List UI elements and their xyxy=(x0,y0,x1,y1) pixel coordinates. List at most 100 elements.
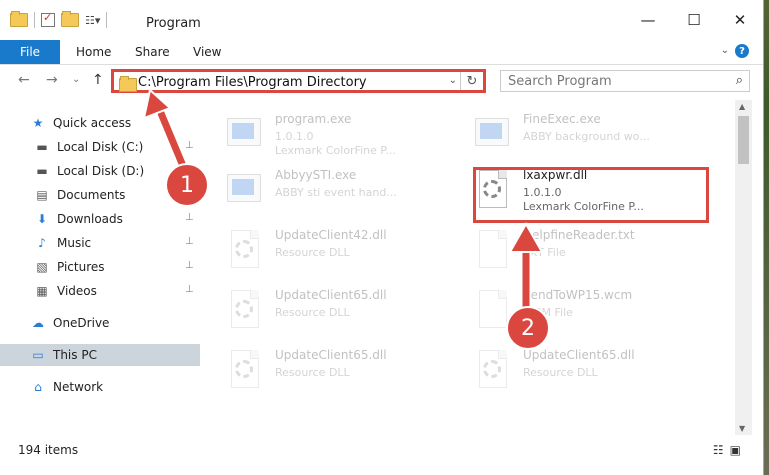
file-description: ABBY background wo... xyxy=(523,130,650,143)
minimize-icon[interactable]: — xyxy=(625,0,671,40)
sidebar-item-pictures[interactable]: ▧ Pictures ⊥ xyxy=(0,256,200,278)
file-item[interactable]: UpdateClient65.dll Resource DLL xyxy=(227,284,467,340)
file-name: FineExec.exe xyxy=(523,112,601,126)
pin-icon[interactable]: ⊥ xyxy=(185,284,194,295)
sidebar-item-label: Pictures xyxy=(57,260,105,274)
new-folder-icon[interactable] xyxy=(61,11,79,27)
recent-locations-button[interactable]: ⌄ xyxy=(72,74,80,85)
sidebar-item-this-pc[interactable]: ▭ This PC xyxy=(0,344,200,366)
sidebar-item-label: OneDrive xyxy=(53,316,110,330)
chevron-down-icon[interactable]: ⌄ xyxy=(449,75,457,86)
tab-home[interactable]: Home xyxy=(76,45,111,59)
file-name: program.exe xyxy=(275,112,352,126)
star-icon: ★ xyxy=(32,116,44,130)
pin-icon[interactable]: ⊥ xyxy=(185,212,194,223)
explorer-window: ☷▾ Program — ☐ ✕ File Home Share View ⌄ … xyxy=(0,0,764,475)
forward-button[interactable]: → xyxy=(46,72,58,88)
title-bar: ☷▾ Program — ☐ ✕ xyxy=(0,0,763,40)
sidebar-item-videos[interactable]: ▦ Videos ⊥ xyxy=(0,280,200,302)
scroll-down-icon[interactable]: ▼ xyxy=(739,424,745,433)
sidebar-item-label: Network xyxy=(53,380,104,394)
sidebar-item-label: Videos xyxy=(57,284,97,298)
dll-gear-icon xyxy=(227,350,263,390)
drive-icon: ▬ xyxy=(36,140,48,154)
step-1-badge: 1 xyxy=(165,163,209,207)
file-name: UpdateClient65.dll xyxy=(275,348,387,362)
pin-icon[interactable]: ⊥ xyxy=(185,236,194,247)
tab-share[interactable]: Share xyxy=(135,45,170,59)
step-2-badge: 2 xyxy=(506,306,550,350)
divider xyxy=(34,12,35,28)
dll-gear-icon xyxy=(227,290,263,330)
file-name: UpdateClient65.dll xyxy=(275,288,387,302)
close-icon[interactable]: ✕ xyxy=(717,0,763,40)
download-icon: ⬇ xyxy=(36,212,48,226)
vertical-scrollbar[interactable]: ▲ ▼ xyxy=(735,100,752,435)
music-icon: ♪ xyxy=(38,236,46,250)
file-company: Lexmark ColorFine P... xyxy=(275,144,396,157)
chevron-down-icon[interactable]: ⌄ xyxy=(721,45,729,56)
search-placeholder: Search Program xyxy=(508,74,612,89)
details-view-icon[interactable]: ☷ xyxy=(713,443,724,457)
view-switcher: ☷ ▣ xyxy=(713,443,741,457)
videos-icon: ▦ xyxy=(36,284,48,298)
folder-icon xyxy=(119,76,137,92)
sidebar-item-label: Downloads xyxy=(57,212,123,226)
file-description: 1.0.1.0 xyxy=(275,130,314,143)
network-icon: ⌂ xyxy=(34,380,42,394)
file-description: Resource DLL xyxy=(275,246,350,259)
sidebar-item-downloads[interactable]: ⬇ Downloads ⊥ xyxy=(0,208,200,230)
sidebar-item-network[interactable]: ⌂ Network xyxy=(0,376,200,398)
sidebar-item-music[interactable]: ♪ Music ⊥ xyxy=(0,232,200,254)
file-name: UpdateClient65.dll xyxy=(523,348,635,362)
file-description: Resource DLL xyxy=(275,366,350,379)
status-bar: 194 items ☷ ▣ xyxy=(0,440,763,460)
file-item[interactable]: UpdateClient65.dll Resource DLL xyxy=(227,344,467,400)
sidebar-item-onedrive[interactable]: ☁ OneDrive xyxy=(0,312,200,334)
dll-gear-icon xyxy=(227,230,263,270)
refresh-icon[interactable]: ↻ xyxy=(460,72,483,90)
cloud-icon: ☁ xyxy=(32,316,44,330)
file-list: program.exe 1.0.1.0 Lexmark ColorFine P...… xyxy=(205,100,735,435)
application-icon xyxy=(475,114,511,154)
folder-icon[interactable] xyxy=(10,11,28,27)
help-icon[interactable]: ? xyxy=(735,44,749,58)
file-name: AbbyySTI.exe xyxy=(275,168,357,182)
file-item[interactable]: AbbyySTI.exe ABBY sti event hand... xyxy=(227,164,467,220)
file-description: Resource DLL xyxy=(523,366,598,379)
up-button[interactable]: ↑ xyxy=(92,72,104,88)
sidebar-item-label: Local Disk (C:) xyxy=(57,140,144,154)
search-icon[interactable]: ⌕ xyxy=(736,73,743,88)
file-description: Resource DLL xyxy=(275,306,350,319)
file-item[interactable]: FineExec.exe ABBY background wo... xyxy=(475,108,715,164)
dll-gear-icon xyxy=(475,350,511,390)
tab-view[interactable]: View xyxy=(193,45,221,59)
file-item[interactable]: program.exe 1.0.1.0 Lexmark ColorFine P... xyxy=(227,108,467,164)
sidebar-item-label: Quick access xyxy=(53,116,132,130)
sidebar-item-label: Documents xyxy=(57,188,126,202)
documents-icon: ▤ xyxy=(36,188,48,202)
pictures-icon: ▧ xyxy=(36,260,48,274)
scroll-up-icon[interactable]: ▲ xyxy=(739,102,745,111)
computer-icon: ▭ xyxy=(32,348,44,362)
sidebar-item-label: This PC xyxy=(53,348,97,362)
window-controls: — ☐ ✕ xyxy=(625,0,763,40)
application-icon xyxy=(227,114,263,154)
scrollbar-thumb[interactable] xyxy=(738,116,749,164)
customize-toolbar-icon[interactable]: ☷▾ xyxy=(85,14,100,27)
quick-access-toolbar: ☷▾ xyxy=(10,11,108,28)
back-button[interactable]: ← xyxy=(18,72,30,88)
sidebar-item-label: Music xyxy=(57,236,92,250)
window-title: Program xyxy=(146,16,201,31)
file-item[interactable]: UpdateClient65.dll Resource DLL xyxy=(475,344,715,400)
highlight-box xyxy=(473,167,709,223)
search-input[interactable]: Search Program ⌕ xyxy=(500,70,750,92)
file-name: UpdateClient42.dll xyxy=(275,228,387,242)
file-item[interactable]: UpdateClient42.dll Resource DLL xyxy=(227,224,467,280)
tab-file[interactable]: File xyxy=(0,40,60,64)
pin-icon[interactable]: ⊥ xyxy=(185,260,194,271)
maximize-icon[interactable]: ☐ xyxy=(671,0,717,40)
file-description: ABBY sti event hand... xyxy=(275,186,397,199)
properties-icon[interactable] xyxy=(41,11,55,27)
large-icons-view-icon[interactable]: ▣ xyxy=(730,443,741,457)
